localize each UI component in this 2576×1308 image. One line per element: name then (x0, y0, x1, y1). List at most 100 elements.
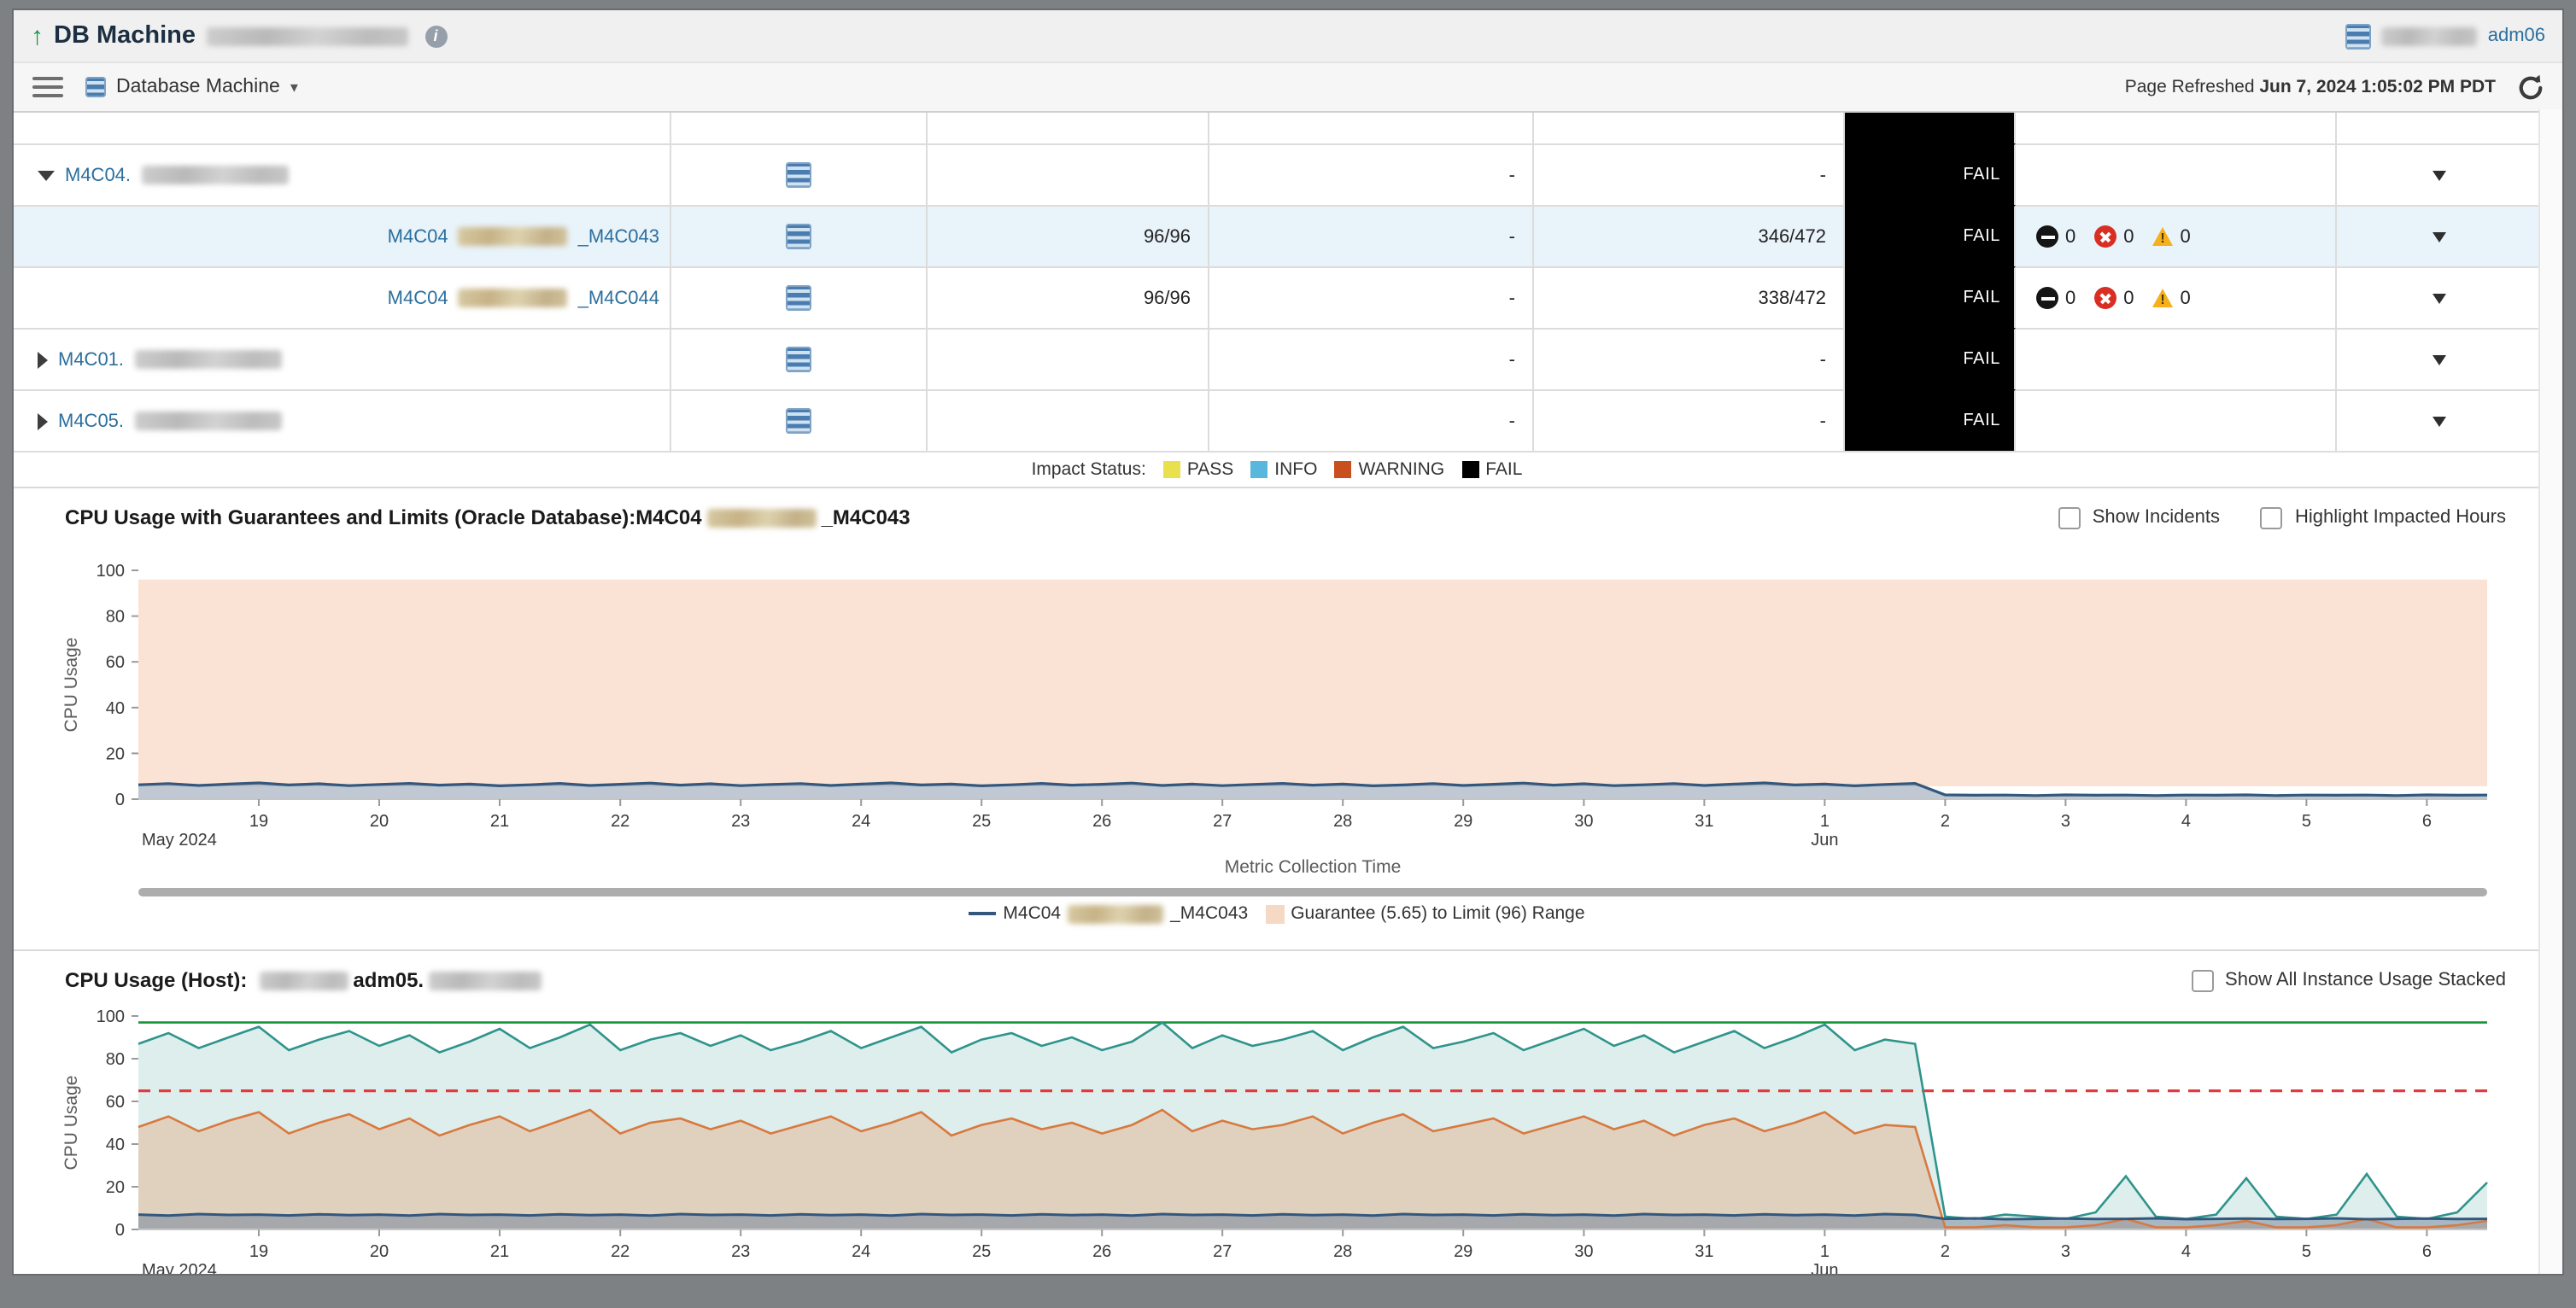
page: ↑ DB Machine i adm06 Database Machine ▾ … (14, 10, 2562, 1274)
svg-text:100: 100 (97, 1007, 125, 1026)
svg-text:23: 23 (731, 1242, 750, 1261)
menu-toggle-icon[interactable] (31, 73, 65, 101)
svg-text:21: 21 (490, 812, 509, 831)
highlight-impacted-hours-checkbox[interactable] (2261, 506, 2283, 528)
vertical-scrollbar[interactable] (2538, 109, 2562, 1274)
error-icon[interactable] (2094, 287, 2116, 309)
svg-text:6: 6 (2422, 812, 2432, 831)
page-header: ↑ DB Machine i adm06 (14, 10, 2562, 61)
legend-item-pass: PASS (1163, 459, 1233, 480)
cpu-guarantee-chart: 0204060801001920212223242526272829303112… (14, 540, 2540, 881)
svg-text:80: 80 (106, 1050, 125, 1069)
expand-collapse-icon[interactable] (38, 412, 48, 429)
blocked-icon[interactable] (2036, 287, 2058, 309)
redacted-name (141, 166, 288, 184)
table-row: M4C04. - - FAIL (14, 143, 2540, 205)
row-menu-icon[interactable] (2432, 354, 2445, 365)
warning-icon[interactable] (2153, 289, 2174, 307)
value-cell: 96/96 (928, 266, 1209, 328)
info-icon[interactable]: i (424, 25, 447, 47)
warning-count: 0 (2181, 226, 2191, 247)
svg-text:May 2024: May 2024 (142, 1261, 217, 1274)
svg-text:CPU Usage: CPU Usage (61, 1076, 81, 1171)
svg-text:20: 20 (106, 1178, 125, 1197)
refresh-icon[interactable] (2516, 73, 2545, 102)
target-link[interactable]: M4C05. (58, 411, 124, 431)
svg-text:26: 26 (1092, 812, 1111, 831)
redacted-name (429, 971, 542, 990)
toolbar: Database Machine ▾ Page Refreshed Jun 7,… (14, 61, 2562, 113)
context-menu-button[interactable]: Database Machine ▾ (85, 77, 298, 97)
value-cell: - (1209, 328, 1534, 389)
value-cell: 346/472 (1534, 205, 1845, 266)
impact-status-cell: FAIL (1845, 266, 2016, 328)
row-menu-icon[interactable] (2432, 416, 2445, 426)
warning-icon[interactable] (2153, 227, 2174, 246)
svg-text:6: 6 (2422, 1242, 2432, 1261)
time-range-scrollbar[interactable] (138, 888, 2487, 896)
row-menu-icon[interactable] (2432, 293, 2445, 303)
target-link[interactable]: M4C04. (65, 165, 131, 185)
svg-text:24: 24 (852, 812, 870, 831)
value-cell (928, 389, 1209, 451)
svg-text:19: 19 (249, 1242, 268, 1261)
svg-text:30: 30 (1574, 812, 1593, 831)
chart-title: CPU Usage with Guarantees and Limits (Or… (65, 505, 910, 529)
table-row: M4C01. - - FAIL (14, 328, 2540, 389)
value-cell (928, 143, 1209, 205)
show-incidents-checkbox[interactable] (2058, 506, 2081, 528)
expand-collapse-icon[interactable] (38, 351, 48, 368)
target-link[interactable]: _M4C043 (578, 226, 659, 247)
svg-text:20: 20 (370, 1242, 389, 1261)
target-name-cell: M4C01. (14, 328, 671, 389)
value-cell: - (1209, 266, 1534, 328)
chevron-down-icon: ▾ (290, 78, 298, 96)
target-link[interactable]: M4C04 (388, 226, 448, 247)
svg-text:Jun: Jun (1811, 1261, 1838, 1274)
redacted-name (259, 971, 348, 990)
row-menu-icon[interactable] (2432, 170, 2445, 180)
target-link[interactable]: _M4C044 (578, 288, 659, 308)
band-legend-item: Guarantee (5.65) to Limit (96) Range (1265, 903, 1584, 924)
svg-text:0: 0 (115, 791, 125, 809)
database-machine-icon (786, 408, 811, 434)
target-link[interactable]: M4C01. (58, 349, 124, 370)
value-cell: - (1534, 143, 1845, 205)
blocked-icon[interactable] (2036, 225, 2058, 248)
status-cell: 0 0 0 (2016, 266, 2337, 328)
svg-text:4: 4 (2181, 1242, 2191, 1261)
legend-item-info: INFO (1250, 459, 1317, 480)
target-link[interactable]: M4C04 (388, 288, 448, 308)
redacted-name (707, 508, 817, 527)
up-arrow-icon[interactable]: ↑ (31, 23, 44, 49)
show-stacked-checkbox[interactable] (2191, 969, 2213, 991)
chart-legend: M4C04 _M4C043 Guarantee (5.65) to Limit … (14, 903, 2540, 924)
impact-status-legend: Impact Status: PASS INFO WARNING FAIL (14, 451, 2540, 487)
refresh-prefix: Page Refreshed (2125, 77, 2255, 97)
svg-text:25: 25 (972, 812, 991, 831)
svg-text:30: 30 (1574, 1242, 1593, 1261)
warning-count: 0 (2181, 288, 2191, 308)
svg-text:26: 26 (1092, 1242, 1111, 1261)
fail-swatch (1461, 461, 1478, 478)
svg-text:28: 28 (1333, 1242, 1352, 1261)
status-cell: 0 0 0 (2016, 205, 2337, 266)
value-cell: - (1209, 389, 1534, 451)
svg-text:5: 5 (2302, 1242, 2311, 1261)
svg-text:29: 29 (1454, 812, 1472, 831)
blocked-count: 0 (2065, 288, 2075, 308)
host-link[interactable]: adm06 (2488, 26, 2545, 46)
value-cell: - (1209, 205, 1534, 266)
error-icon[interactable] (2094, 225, 2116, 248)
svg-text:27: 27 (1213, 1242, 1232, 1261)
impact-legend-label: Impact Status: (1032, 459, 1146, 480)
row-menu-icon[interactable] (2432, 231, 2445, 242)
cpu-guarantee-chart-panel: CPU Usage with Guarantees and Limits (Or… (14, 487, 2540, 949)
target-name-cell: M4C04. (14, 143, 671, 205)
blocked-count: 0 (2065, 226, 2075, 247)
checkbox-label: Show Incidents (2093, 507, 2220, 528)
svg-text:1: 1 (1820, 812, 1830, 831)
svg-text:40: 40 (106, 1136, 125, 1154)
svg-text:0: 0 (115, 1221, 125, 1240)
expand-collapse-icon[interactable] (38, 170, 55, 180)
